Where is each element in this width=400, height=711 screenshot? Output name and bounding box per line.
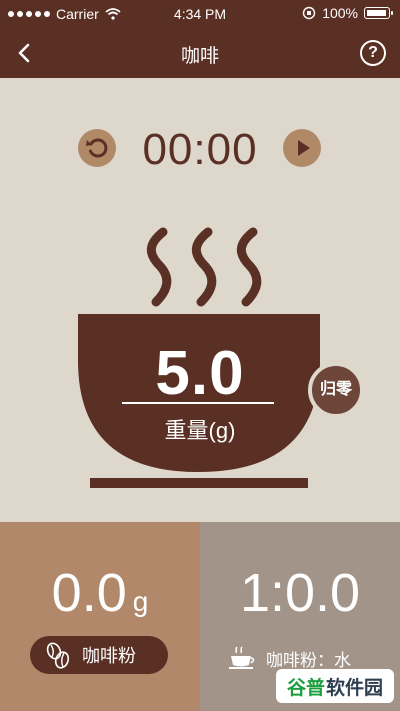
timer-display: 00:00 [142, 125, 258, 174]
coffee-amount: 0.0 g [0, 562, 200, 624]
page-title: 咖啡 [180, 46, 219, 67]
ratio-label-row: 咖啡粉：水 [228, 645, 398, 671]
battery-icon [364, 7, 393, 19]
timer-row: 00:00 [0, 125, 400, 175]
status-bar: Carrier 4:34 PM 100% [0, 0, 400, 28]
timer-play-button[interactable] [283, 129, 321, 167]
orientation-lock-icon [302, 6, 316, 20]
play-icon [298, 140, 310, 156]
coffee-powder-button[interactable]: 咖啡粉 [30, 636, 168, 674]
battery-fill [367, 10, 386, 16]
steam-icon [146, 227, 262, 307]
battery-percent: 100% [322, 5, 358, 21]
watermark-logo: 谷普 软件园 [276, 669, 394, 703]
weight-divider [122, 402, 274, 404]
coffee-amount-value: 0.0 [51, 563, 127, 623]
ratio-label: 咖啡粉：水 [266, 650, 351, 670]
app-screen: Carrier 4:34 PM 100% 咖啡 ? 00:00 5.0 重量(g… [0, 0, 400, 711]
coffee-amount-unit: g [132, 586, 149, 617]
weight-label: 重量(g) [164, 418, 236, 443]
weight-value: 5.0 [155, 339, 245, 408]
coffee-amount-panel: 0.0 g 咖啡粉 [0, 522, 200, 711]
nav-bar: 咖啡 ? [0, 28, 400, 78]
coffee-cup-icon [229, 646, 255, 669]
tare-button[interactable]: 归零 [308, 362, 364, 418]
help-button[interactable]: ? [360, 40, 386, 66]
status-right: 100% [302, 5, 393, 21]
coffee-powder-label: 咖啡粉 [82, 646, 136, 666]
coffee-bean-icon [46, 642, 70, 669]
cup-saucer [90, 478, 308, 488]
ratio-value: 1:0.0 [239, 563, 361, 623]
